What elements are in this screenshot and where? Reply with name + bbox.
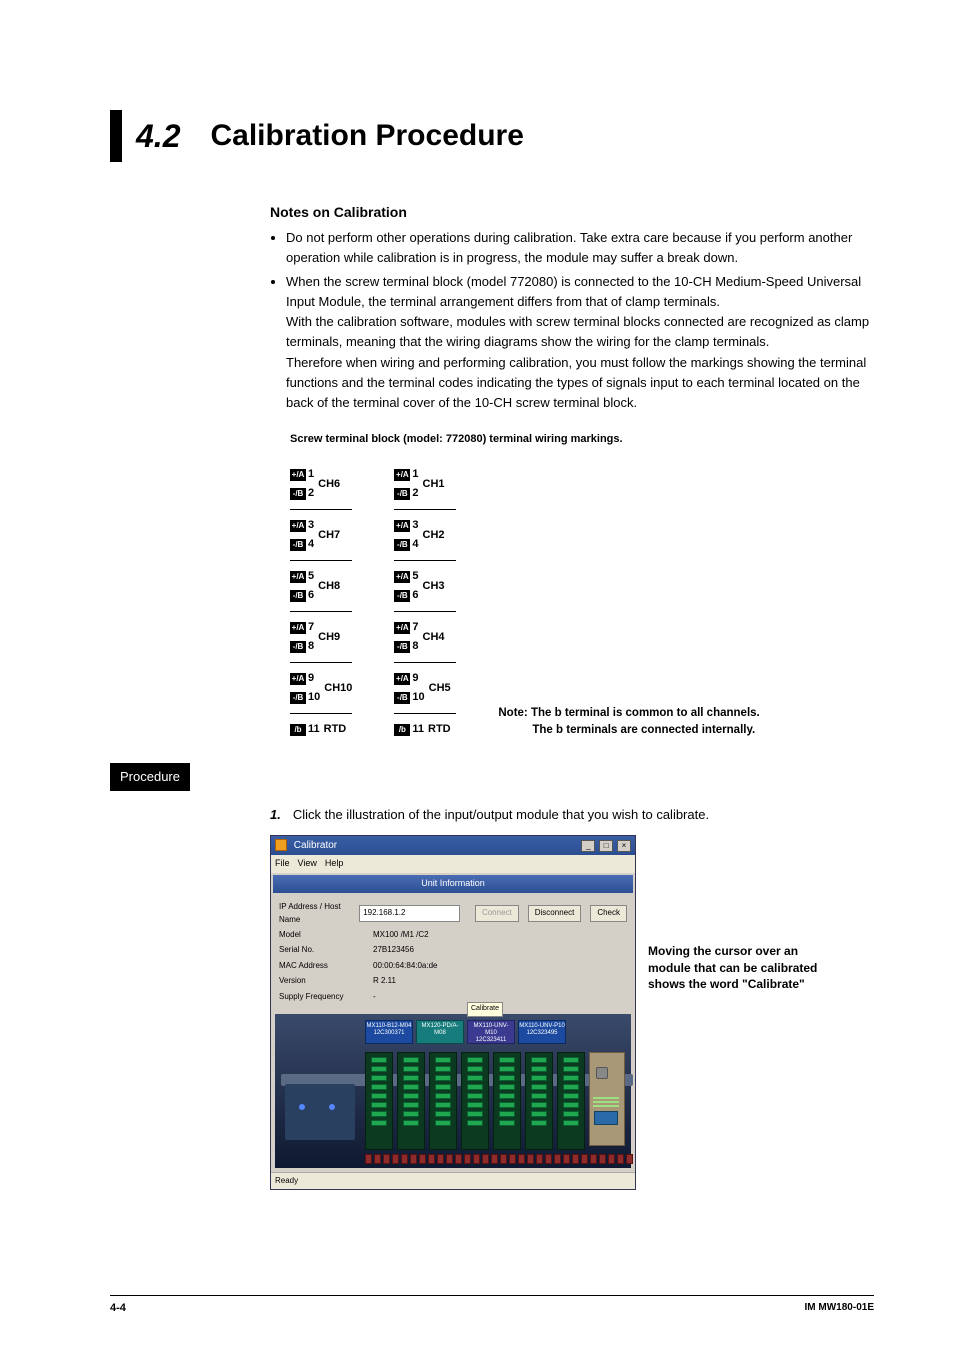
step-1: 1. Click the illustration of the input/o… [270, 805, 870, 825]
connect-button[interactable]: Connect [475, 905, 519, 921]
heading-bar [110, 110, 122, 162]
info-grid: IP Address / Host Name 192.168.1.2 Conne… [271, 895, 635, 1010]
note-bullet-1: Do not perform other operations during c… [286, 228, 870, 268]
terminal-diagram: +/A1 -/B2 CH6 +/A3 -/B4 CH7 +/A5 -/B6 CH… [290, 466, 870, 739]
check-button[interactable]: Check [590, 905, 627, 921]
diagram-caption: Screw terminal block (model: 772080) ter… [290, 431, 870, 448]
ip-label: IP Address / Host Name [279, 901, 353, 926]
menubar: File View Help [271, 855, 635, 873]
unit-info-header: Unit Information [273, 875, 633, 893]
io-module[interactable] [397, 1052, 425, 1150]
calibrator-window: Calibrator _ □ × File View Help Unit Inf… [270, 835, 636, 1191]
ip-input[interactable]: 192.168.1.2 [359, 905, 460, 921]
note-bullet-2-p2: With the calibration software, modules w… [286, 314, 869, 349]
disconnect-button[interactable]: Disconnect [528, 905, 582, 921]
cpu-module[interactable] [285, 1084, 355, 1140]
io-module[interactable] [493, 1052, 521, 1150]
diagram-note-line1: Note: The b terminal is common to all ch… [498, 707, 759, 719]
minimize-icon[interactable]: _ [581, 840, 595, 852]
doc-id: IM MW180-01E [805, 1302, 874, 1314]
calibrate-tooltip: Calibrate [467, 1002, 503, 1017]
io-module[interactable] [429, 1052, 457, 1150]
window-controls: _ □ × [580, 838, 631, 854]
menu-view[interactable]: View [298, 857, 317, 871]
mac-value: 00:00:64:84:0a:de [373, 960, 438, 972]
serial-label: Serial No. [279, 944, 367, 956]
close-icon[interactable]: × [617, 840, 631, 852]
version-label: Version [279, 975, 367, 987]
module-label-1[interactable]: MX120-PD/A-M08 [416, 1020, 464, 1044]
mac-label: MAC Address [279, 960, 367, 972]
menu-file[interactable]: File [275, 857, 290, 871]
modules-area: Calibrate MX110-B12-M0412C300371 MX120-P… [275, 1014, 631, 1168]
app-icon [275, 839, 287, 851]
maximize-icon[interactable]: □ [599, 840, 613, 852]
io-module[interactable] [365, 1052, 393, 1150]
pin-cell: +/A [290, 469, 306, 481]
notes-heading: Notes on Calibration [270, 202, 870, 224]
page-number: 4-4 [110, 1302, 126, 1314]
step-number: 1. [270, 805, 281, 825]
status-bar: Ready [271, 1172, 635, 1189]
io-module[interactable] [557, 1052, 585, 1150]
module-label-2[interactable]: MX110-UNV-M1012C323411 [467, 1020, 515, 1044]
module-label-0[interactable]: MX110-B12-M0412C300371 [365, 1020, 413, 1044]
pin-cell: -/B [290, 488, 306, 500]
menu-help[interactable]: Help [325, 857, 344, 871]
page-footer: 4-4 IM MW180-01E [110, 1295, 874, 1314]
pin-num: 2 [308, 485, 314, 502]
model-value: MX100 /M1 /C2 [373, 929, 429, 941]
pin-num: 1 [308, 466, 314, 483]
titlebar: Calibrator _ □ × [271, 836, 635, 856]
note-bullet-2-p3: Therefore when wiring and performing cal… [286, 355, 866, 410]
io-module[interactable] [525, 1052, 553, 1150]
screenshot-annotation: Moving the cursor over an module that ca… [648, 943, 828, 993]
model-label: Model [279, 929, 367, 941]
supply-label: Supply Frequency [279, 991, 367, 1003]
note-bullet-2: When the screw terminal block (model 772… [286, 272, 870, 413]
supply-value: - [373, 991, 376, 1003]
step-text: Click the illustration of the input/outp… [293, 805, 709, 825]
power-module[interactable] [589, 1052, 625, 1146]
body-content: Notes on Calibration Do not perform othe… [270, 202, 870, 1190]
io-module[interactable] [461, 1052, 489, 1150]
version-value: R 2.11 [373, 975, 396, 987]
serial-value: 27B123456 [373, 944, 414, 956]
ch-label: CH6 [318, 476, 340, 493]
window-title: Calibrator [275, 838, 337, 854]
diagram-note: Note: The b terminal is common to all ch… [498, 705, 759, 738]
module-label-3[interactable]: MX110-UNV-P1012C323495 [518, 1020, 566, 1044]
section-heading: 4.2 Calibration Procedure [110, 110, 874, 162]
note-bullet-2-p1: When the screw terminal block (model 772… [286, 274, 861, 309]
diagram-note-line2: The b terminals are connected internally… [532, 722, 755, 739]
heading-title: Calibration Procedure [210, 119, 523, 153]
heading-number: 4.2 [136, 118, 180, 155]
procedure-label: Procedure [110, 763, 190, 791]
